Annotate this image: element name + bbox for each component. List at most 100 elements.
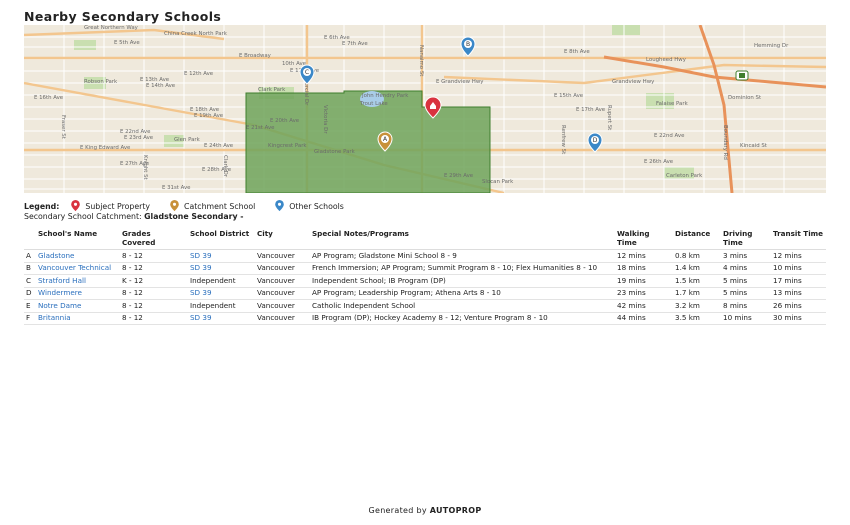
row-grades: K - 12 <box>120 274 188 288</box>
row-distance: 3.2 km <box>673 299 721 313</box>
svg-text:B: B <box>466 41 470 48</box>
catchment-pin-icon <box>170 200 179 212</box>
row-district: Independent <box>188 274 255 288</box>
svg-text:Slocan Park: Slocan Park <box>482 179 514 185</box>
row-notes: IB Program (DP); Hockey Academy 8 - 12; … <box>310 312 615 325</box>
row-grades: 8 - 12 <box>120 287 188 300</box>
svg-text:E 29th Ave: E 29th Ave <box>444 173 474 179</box>
row-key: D <box>24 287 36 300</box>
svg-text:Lougheed Hwy: Lougheed Hwy <box>646 57 687 63</box>
svg-text:E 5th Ave: E 5th Ave <box>114 40 140 46</box>
row-key: E <box>24 299 36 313</box>
svg-text:Gladstone Park: Gladstone Park <box>314 149 356 155</box>
row-drive: 5 mins <box>721 287 771 300</box>
svg-text:Fraser St: Fraser St <box>60 115 66 139</box>
row-city: Vancouver <box>255 299 310 313</box>
school-name-link[interactable]: Gladstone <box>36 249 120 263</box>
svg-text:Carleton Park: Carleton Park <box>666 173 703 179</box>
row-city: Vancouver <box>255 262 310 275</box>
svg-text:E 26th Ave: E 26th Ave <box>644 159 674 165</box>
footer-prefix: Generated by <box>368 506 427 515</box>
row-key: B <box>24 262 36 275</box>
district-link[interactable]: SD 39 <box>188 262 255 275</box>
svg-text:E 21st Ave: E 21st Ave <box>246 125 275 131</box>
svg-text:E 17th Ave: E 17th Ave <box>576 107 606 113</box>
svg-text:E 16th Ave: E 16th Ave <box>34 95 64 101</box>
row-notes: AP Program; Gladstone Mini School 8 - 9 <box>310 249 615 263</box>
row-transit: 30 mins <box>771 312 826 325</box>
row-key: F <box>24 312 36 325</box>
svg-text:Knight St: Knight St <box>142 155 148 180</box>
legend-label: Legend: <box>24 201 60 211</box>
table-row: C Stratford Hall K - 12 Independent Vanc… <box>24 274 826 288</box>
svg-text:Boundary Rd: Boundary Rd <box>722 125 728 160</box>
svg-text:China Creek North Park: China Creek North Park <box>164 31 228 37</box>
svg-text:Kincaid St: Kincaid St <box>740 143 767 149</box>
district-link[interactable]: SD 39 <box>188 287 255 300</box>
school-name-link[interactable]: Windermere <box>36 287 120 300</box>
svg-text:Kingcrest Park: Kingcrest Park <box>268 143 307 149</box>
header-grades: Grades Covered <box>120 227 188 250</box>
svg-text:E 19th Ave: E 19th Ave <box>194 113 224 119</box>
map-canvas[interactable]: Great Northern Way E 5th Ave E 6th Ave E… <box>24 25 826 193</box>
svg-text:D: D <box>593 137 598 144</box>
page-footer: Generated by AUTOPROP <box>0 506 850 515</box>
row-grades: 8 - 12 <box>120 249 188 263</box>
svg-text:E King Edward Ave: E King Edward Ave <box>80 145 131 151</box>
header-driving: Driving Time <box>721 227 771 250</box>
table-row: F Britannia 8 - 12 SD 39 Vancouver IB Pr… <box>24 312 826 325</box>
header-name: School's Name <box>36 227 120 250</box>
header-key <box>24 227 36 250</box>
svg-text:E 24th Ave: E 24th Ave <box>204 143 234 149</box>
highway-shield-icon <box>735 70 749 81</box>
svg-text:E 8th Ave: E 8th Ave <box>564 49 590 55</box>
row-city: Vancouver <box>255 249 310 263</box>
svg-text:Great Northern Way: Great Northern Way <box>84 25 139 31</box>
svg-text:E 14th Ave: E 14th Ave <box>146 83 176 89</box>
row-drive: 3 mins <box>721 249 771 263</box>
row-notes: Catholic Independent School <box>310 299 615 313</box>
row-drive: 8 mins <box>721 299 771 313</box>
footer-brand: AUTOPROP <box>429 506 482 515</box>
svg-text:E 20th Ave: E 20th Ave <box>270 118 300 124</box>
svg-text:Dominion St: Dominion St <box>728 95 761 101</box>
legend-item-other: Other Schools <box>274 200 344 212</box>
svg-text:C: C <box>305 69 309 76</box>
row-transit: 26 mins <box>771 299 826 313</box>
row-distance: 0.8 km <box>673 249 721 263</box>
row-grades: 8 - 12 <box>120 312 188 325</box>
catchment-map[interactable]: Great Northern Way E 5th Ave E 6th Ave E… <box>24 25 826 193</box>
header-district: School District <box>188 227 255 250</box>
row-transit: 17 mins <box>771 274 826 288</box>
svg-text:Rupert St: Rupert St <box>606 105 612 130</box>
school-name-link[interactable]: Notre Dame <box>36 299 120 313</box>
table-row: B Vancouver Technical 8 - 12 SD 39 Vanco… <box>24 262 826 275</box>
row-walk: 23 mins <box>615 287 673 300</box>
svg-text:E 22nd Ave: E 22nd Ave <box>654 133 685 139</box>
district-link[interactable]: SD 39 <box>188 249 255 263</box>
school-name-link[interactable]: Britannia <box>36 312 120 325</box>
header-transit: Transit Time <box>771 227 826 250</box>
row-city: Vancouver <box>255 274 310 288</box>
svg-text:Clark Dr: Clark Dr <box>222 155 228 178</box>
svg-text:E Grandview Hwy: E Grandview Hwy <box>436 79 484 85</box>
svg-text:E Broadway: E Broadway <box>239 53 272 59</box>
school-pin-icon <box>275 200 285 212</box>
school-name-link[interactable]: Vancouver Technical <box>36 262 120 275</box>
table-row: E Notre Dame 8 - 12 Independent Vancouve… <box>24 299 826 313</box>
svg-text:E 7th Ave: E 7th Ave <box>342 41 368 47</box>
row-key: C <box>24 274 36 288</box>
row-distance: 1.5 km <box>673 274 721 288</box>
map-legend: Legend: Subject Property Catchment Schoo… <box>24 200 358 212</box>
district-link[interactable]: SD 39 <box>188 312 255 325</box>
row-city: Vancouver <box>255 287 310 300</box>
legend-item-catchment: Catchment School <box>169 200 255 212</box>
catchment-value: Gladstone Secondary - <box>144 212 244 221</box>
svg-text:Falaise Park: Falaise Park <box>656 101 689 107</box>
table-header-row: School's Name Grades Covered School Dist… <box>24 227 826 250</box>
row-walk: 44 mins <box>615 312 673 325</box>
school-name-link[interactable]: Stratford Hall <box>36 274 120 288</box>
row-notes: Independent School; IB Program (DP) <box>310 274 615 288</box>
legend-item-subject: Subject Property <box>70 200 150 212</box>
catchment-line: Secondary School Catchment: Gladstone Se… <box>24 212 244 221</box>
